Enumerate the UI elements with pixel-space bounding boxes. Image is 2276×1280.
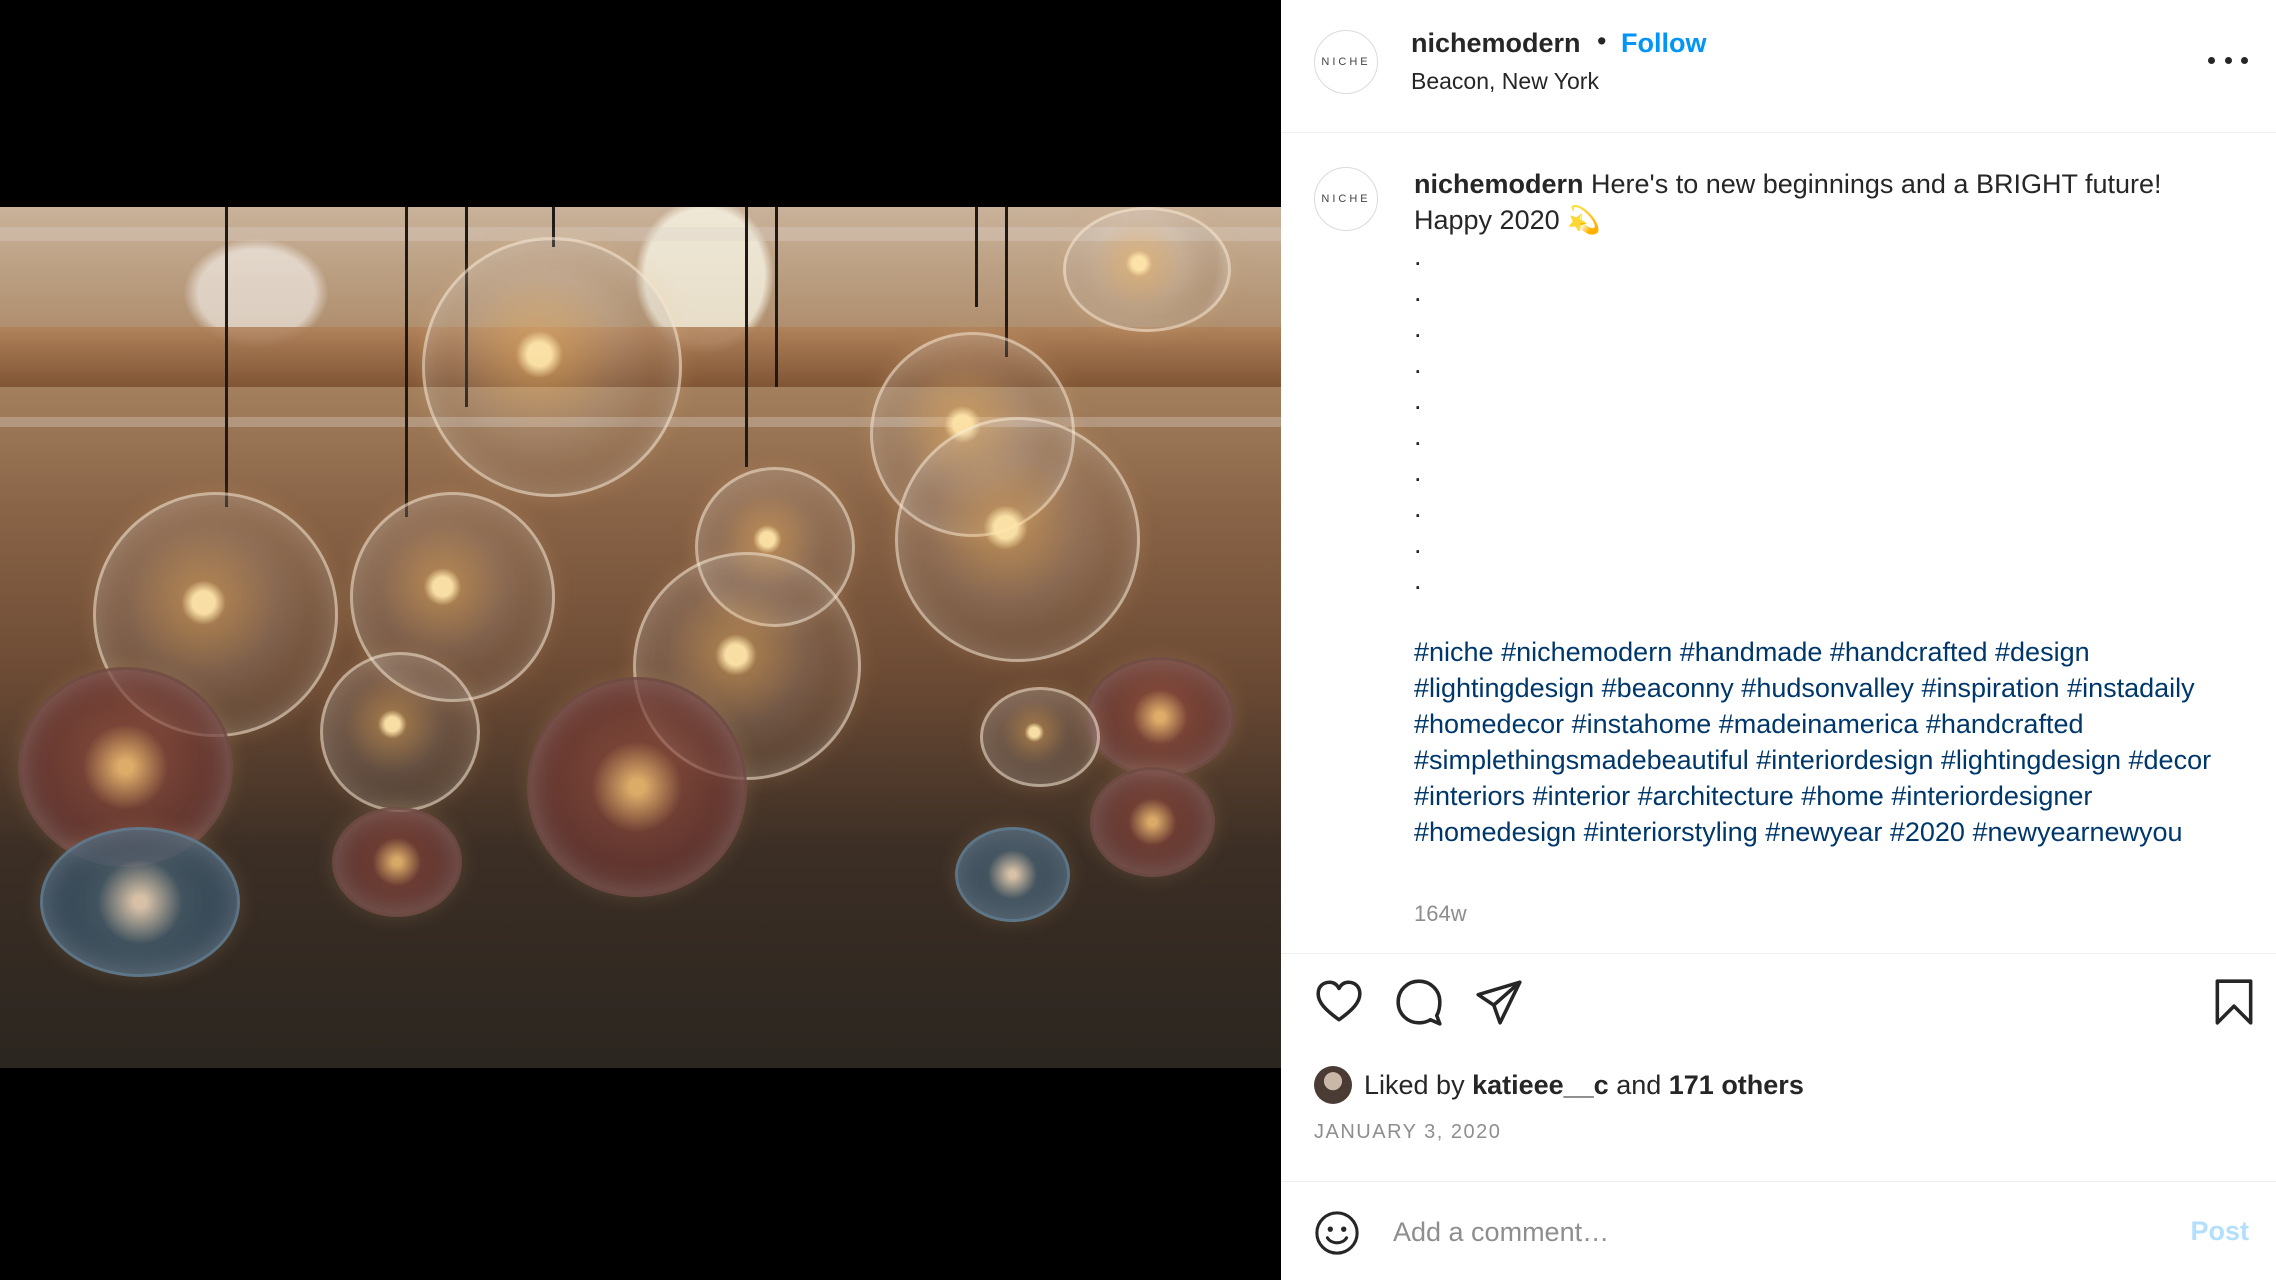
hashtag-link[interactable]: #interior [1533, 781, 1631, 811]
caption-dot: . [1414, 349, 1422, 379]
post-header: NICHE nichemodern • Follow Beacon, New Y… [1281, 0, 2276, 133]
hashtag-link[interactable]: #homedesign [1414, 817, 1576, 847]
hashtag-link[interactable]: #architecture [1638, 781, 1794, 811]
liker-username[interactable]: katieee__c [1472, 1070, 1609, 1100]
hashtag-link[interactable]: #instahome [1572, 709, 1712, 739]
hashtag-link[interactable]: #2020 [1890, 817, 1965, 847]
photo-cord [775, 207, 778, 387]
header-separator: • [1597, 26, 1607, 56]
photo-glass-pendant [955, 827, 1070, 922]
author-avatar[interactable]: NICHE [1314, 30, 1378, 94]
hashtag-link[interactable]: #simplethingsmadebeautiful [1414, 745, 1749, 775]
hashtag-link[interactable]: #handcrafted [1926, 709, 2084, 739]
liked-by-text: Liked by katieee__c and 171 others [1364, 1070, 1804, 1101]
hashtag-link[interactable]: #interiordesigner [1891, 781, 2092, 811]
post-date: JANUARY 3, 2020 [1314, 1121, 1502, 1143]
photo-cord [405, 207, 408, 517]
post-detail-panel: NICHE nichemodern • Follow Beacon, New Y… [1281, 0, 2276, 1280]
comment-bubble-icon[interactable] [1394, 977, 1444, 1027]
hashtag-link[interactable]: #beaconny [1602, 673, 1734, 703]
hashtag-link[interactable]: #nichemodern [1501, 637, 1672, 667]
post-location[interactable]: Beacon, New York [1411, 68, 1599, 95]
caption-dot: . [1414, 565, 1422, 595]
caption-dot: . [1414, 529, 1422, 559]
photo-cord [745, 207, 748, 467]
photo-cord [225, 207, 228, 507]
author-username[interactable]: nichemodern [1411, 28, 1581, 59]
photo-cord [1005, 207, 1008, 357]
liker-avatar[interactable] [1314, 1066, 1352, 1104]
caption-dot: . [1414, 493, 1422, 523]
hashtag-link[interactable]: #newyearnewyou [1972, 817, 2182, 847]
hashtag-link[interactable]: #interiors [1414, 781, 1525, 811]
caption-author-avatar[interactable]: NICHE [1314, 167, 1378, 231]
caption-dots: .......... [1414, 238, 1422, 598]
hashtag-link[interactable]: #lightingdesign [1941, 745, 2121, 775]
photo-glass-pendant [980, 687, 1100, 787]
comment-input[interactable] [1393, 1208, 2093, 1256]
post-comment-button[interactable]: Post [2190, 1216, 2249, 1247]
post-media-area [0, 0, 1281, 1280]
hashtag-link[interactable]: #homedecor [1414, 709, 1564, 739]
photo-glass-pendant [1085, 657, 1235, 777]
caption-dot: . [1414, 313, 1422, 343]
caption-dot: . [1414, 421, 1422, 451]
hashtag-link[interactable]: #interiordesign [1756, 745, 1933, 775]
photo-glass-pendant [332, 807, 462, 917]
hashtag-link[interactable]: #decor [2129, 745, 2212, 775]
photo-glass-pendant [320, 652, 480, 812]
caption-time-ago: 164w [1414, 901, 1467, 926]
more-options-icon[interactable] [2208, 48, 2248, 72]
liked-by: Liked by katieee__c and 171 others [1314, 1066, 1804, 1104]
caption-hashtags: #niche #nichemodern #handmade #handcraft… [1414, 634, 2254, 850]
follow-button[interactable]: Follow [1621, 28, 1706, 59]
hashtag-link[interactable]: #instadaily [2067, 673, 2195, 703]
photo-glass-pendant [1063, 207, 1231, 332]
photo-glass-pendant [422, 237, 682, 497]
hashtag-link[interactable]: #hudsonvalley [1741, 673, 1914, 703]
hashtag-link[interactable]: #handmade [1680, 637, 1823, 667]
hashtag-link[interactable]: #interiorstyling [1584, 817, 1758, 847]
photo-glass-pendant [527, 677, 747, 897]
caption-dot: . [1414, 385, 1422, 415]
paper-plane-icon[interactable] [1474, 977, 1524, 1027]
caption-dot: . [1414, 277, 1422, 307]
caption-section: NICHE nichemodern Here's to new beginnin… [1281, 134, 2276, 954]
hashtag-link[interactable]: #newyear [1765, 817, 1882, 847]
caption-dot: . [1414, 241, 1422, 271]
photo-glass-pendant [895, 417, 1140, 662]
hashtag-link[interactable]: #madeinamerica [1719, 709, 1919, 739]
photo-glass-pendant [1090, 767, 1215, 877]
bookmark-icon[interactable] [2209, 977, 2259, 1027]
post-caption: nichemodern Here's to new beginnings and… [1414, 166, 2244, 238]
likes-count[interactable]: 171 others [1669, 1070, 1804, 1100]
hashtag-link[interactable]: #lightingdesign [1414, 673, 1594, 703]
hashtag-link[interactable]: #design [1995, 637, 2090, 667]
hashtag-link[interactable]: #niche [1414, 637, 1494, 667]
emoji-icon[interactable] [1314, 1210, 1360, 1256]
photo-glass-pendant [40, 827, 240, 977]
photo-cord [975, 207, 978, 307]
caption-username[interactable]: nichemodern [1414, 169, 1584, 199]
hashtag-link[interactable]: #inspiration [1921, 673, 2059, 703]
liked-prefix: Liked by [1364, 1069, 1473, 1100]
hashtag-link[interactable]: #home [1801, 781, 1884, 811]
caption-dot: . [1414, 457, 1422, 487]
hashtag-link[interactable]: #handcrafted [1830, 637, 1988, 667]
post-photo-pendant-lights[interactable] [0, 207, 1281, 1068]
heart-icon[interactable] [1314, 977, 1364, 1027]
comment-bar: Post [1281, 1181, 2276, 1280]
liked-and: and [1608, 1069, 1669, 1100]
post-actions: Liked by katieee__c and 171 others JANUA… [1281, 953, 2276, 1183]
